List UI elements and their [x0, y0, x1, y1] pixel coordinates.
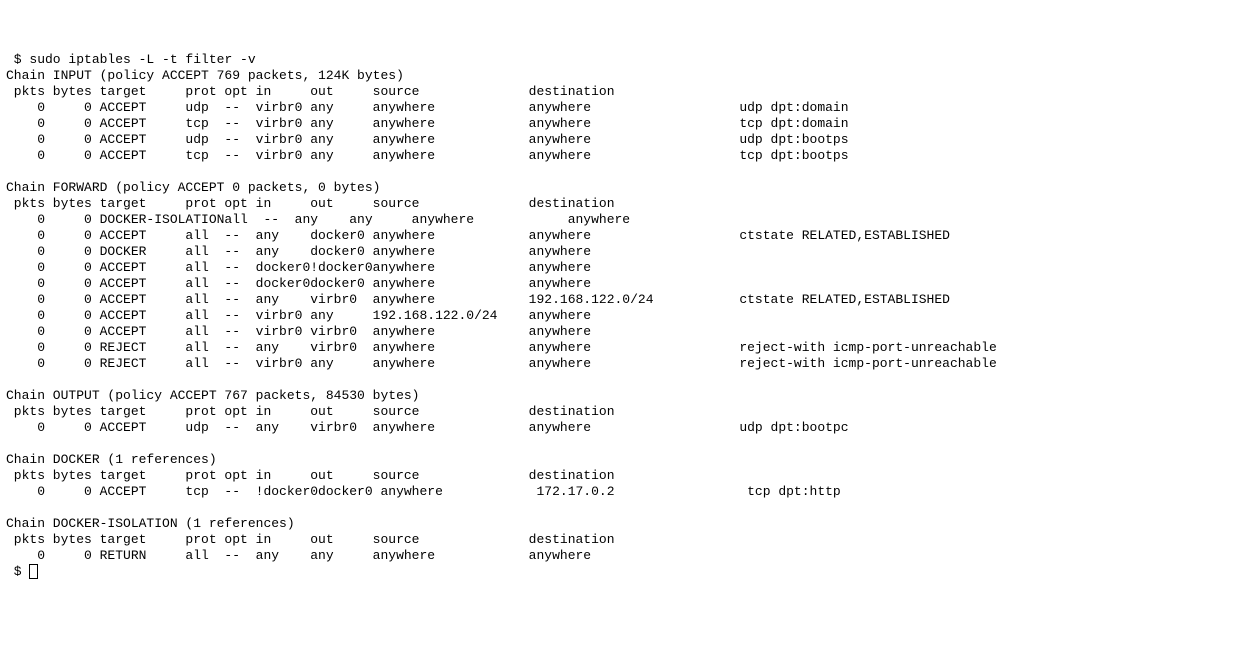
rule-row: 0 0 ACCEPT udp -- virbr0 any anywhere an…: [6, 132, 849, 147]
rule-row: 0 0 ACCEPT udp -- any virbr0 anywhere an…: [6, 420, 849, 435]
rule-row: 0 0 REJECT all -- virbr0 any anywhere an…: [6, 356, 997, 371]
rule-row: 0 0 ACCEPT all -- docker0docker0 anywher…: [6, 276, 591, 291]
chain-header: Chain INPUT (policy ACCEPT 769 packets, …: [6, 68, 404, 83]
chain-header: Chain OUTPUT (policy ACCEPT 767 packets,…: [6, 388, 419, 403]
chain-header: Chain DOCKER (1 references): [6, 452, 217, 467]
chain-header: Chain FORWARD (policy ACCEPT 0 packets, …: [6, 180, 380, 195]
shell-prompt: $: [6, 564, 29, 579]
column-header: pkts bytes target prot opt in out source…: [6, 468, 615, 483]
terminal-output: $ sudo iptables -L -t filter -v Chain IN…: [6, 52, 1239, 580]
chain-header: Chain DOCKER-ISOLATION (1 references): [6, 516, 295, 531]
rule-row: 0 0 ACCEPT tcp -- !docker0docker0 anywhe…: [6, 484, 841, 499]
column-header: pkts bytes target prot opt in out source…: [6, 84, 615, 99]
rule-row: 0 0 ACCEPT all -- any virbr0 anywhere 19…: [6, 292, 950, 307]
rule-row: 0 0 ACCEPT udp -- virbr0 any anywhere an…: [6, 100, 849, 115]
shell-prompt: $: [6, 52, 29, 67]
rule-row: 0 0 RETURN all -- any any anywhere anywh…: [6, 548, 591, 563]
column-header: pkts bytes target prot opt in out source…: [6, 404, 615, 419]
rule-row: 0 0 REJECT all -- any virbr0 anywhere an…: [6, 340, 997, 355]
rule-row: 0 0 ACCEPT all -- docker0!docker0anywher…: [6, 260, 591, 275]
rule-row: 0 0 DOCKER all -- any docker0 anywhere a…: [6, 244, 591, 259]
rule-row: 0 0 DOCKER-ISOLATIONall -- any any anywh…: [6, 212, 630, 227]
cursor[interactable]: [29, 564, 38, 579]
command-text[interactable]: sudo iptables -L -t filter -v: [29, 52, 255, 67]
rule-row: 0 0 ACCEPT all -- virbr0 virbr0 anywhere…: [6, 324, 591, 339]
column-header: pkts bytes target prot opt in out source…: [6, 196, 615, 211]
rule-row: 0 0 ACCEPT tcp -- virbr0 any anywhere an…: [6, 116, 849, 131]
column-header: pkts bytes target prot opt in out source…: [6, 532, 615, 547]
rule-row: 0 0 ACCEPT tcp -- virbr0 any anywhere an…: [6, 148, 849, 163]
rule-row: 0 0 ACCEPT all -- virbr0 any 192.168.122…: [6, 308, 591, 323]
rule-row: 0 0 ACCEPT all -- any docker0 anywhere a…: [6, 228, 950, 243]
